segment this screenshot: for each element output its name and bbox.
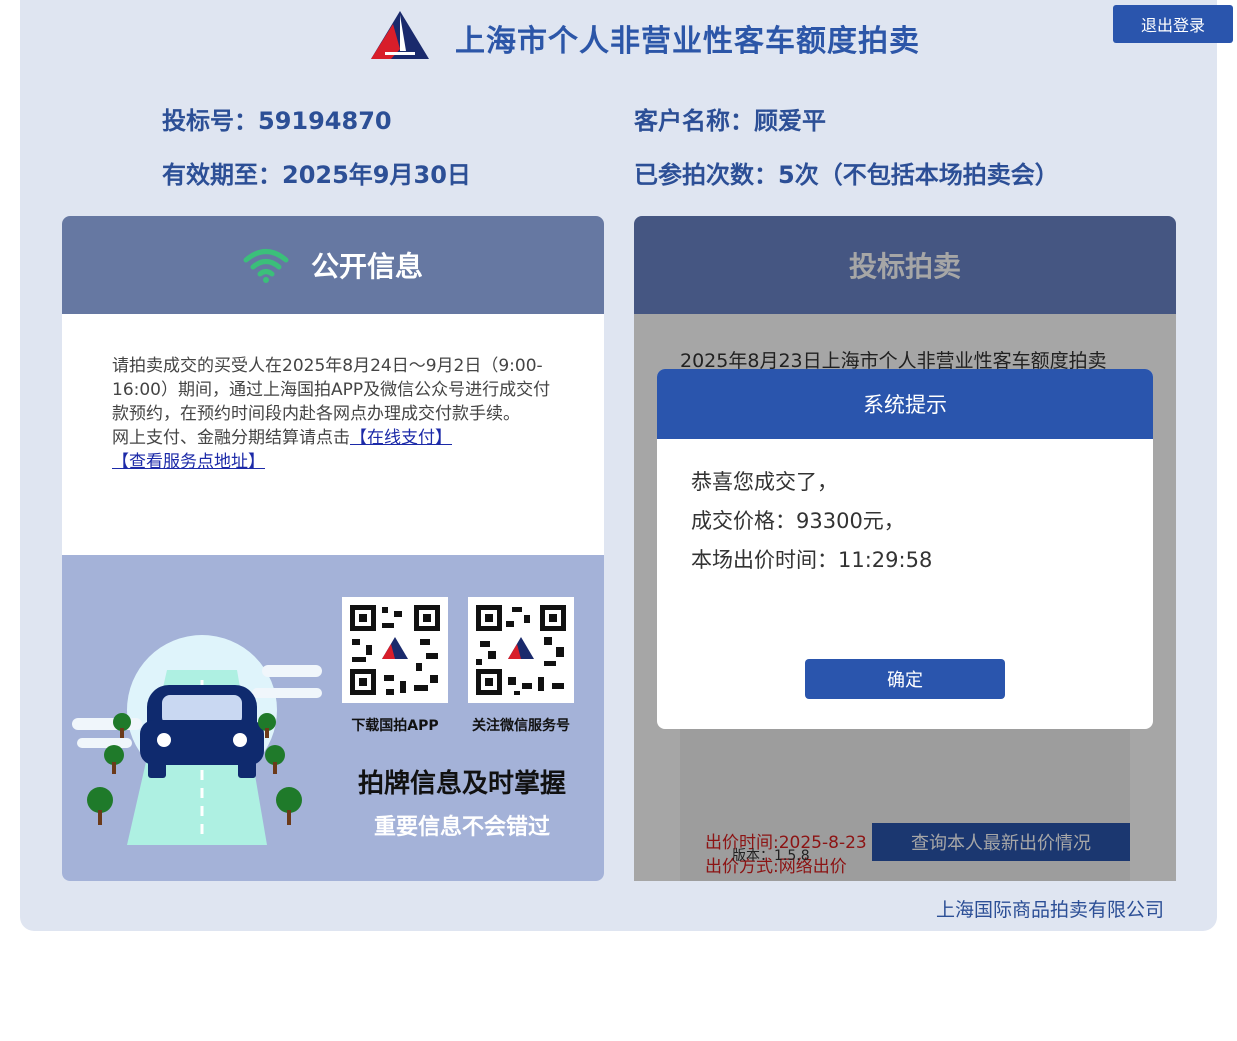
service-point-link[interactable]: 【查看服务点地址】 xyxy=(112,452,265,472)
dialog-message: 恭喜您成交了， 成交价格：93300元， 本场出价时间：11:29:58 xyxy=(657,439,1153,580)
promo-banner: 下载国拍APP 关注微信服务号 拍牌信息及时掌握 重要信息不会错过 xyxy=(62,555,604,881)
qr-app-caption: 下载国拍APP xyxy=(351,718,439,734)
payment-prefix: 网上支付、金融分期结算请点击 xyxy=(112,428,350,448)
dialog-line-time: 本场出价时间：11:29:58 xyxy=(691,548,933,572)
logout-button[interactable]: 退出登录 xyxy=(1113,5,1233,43)
promo-subslogan: 重要信息不会错过 xyxy=(373,815,550,840)
auction-logo xyxy=(371,11,429,59)
valid-until: 有效期至：2025年9月30日 xyxy=(162,161,471,189)
confirm-button[interactable]: 确定 xyxy=(805,659,1005,699)
dialog-line-price: 成交价格：93300元， xyxy=(691,509,905,533)
company-name: 上海国际商品拍卖有限公司 xyxy=(936,899,1165,921)
payment-notice: 请拍卖成交的买受人在2025年8月24日～9月2日（9:00-16:00）期间，… xyxy=(112,356,551,424)
public-info-header: 公开信息 xyxy=(62,216,604,314)
public-info-panel: 公开信息 请拍卖成交的买受人在2025年8月24日～9月2日（9:00-16:0… xyxy=(62,216,604,881)
site-title: 上海市个人非营业性客车额度拍卖 xyxy=(455,24,920,59)
public-info-title: 公开信息 xyxy=(310,250,423,283)
car-road-illustration xyxy=(72,635,322,845)
qr-wechat-caption: 关注微信服务号 xyxy=(472,718,570,734)
bid-number: 投标号：59194870 xyxy=(162,107,392,135)
dialog-line-congrats: 恭喜您成交了， xyxy=(691,470,838,494)
wifi-icon xyxy=(243,249,289,283)
promo-slogan: 拍牌信息及时掌握 xyxy=(357,769,566,799)
qr-code-app xyxy=(342,597,448,703)
system-dialog: 系统提示 恭喜您成交了， 成交价格：93300元， 本场出价时间：11:29:5… xyxy=(657,369,1153,729)
online-pay-link[interactable]: 【在线支付】 xyxy=(350,428,452,448)
public-info-body: 请拍卖成交的买受人在2025年8月24日～9月2日（9:00-16:00）期间，… xyxy=(62,314,604,555)
dialog-title: 系统提示 xyxy=(657,369,1153,439)
qr-code-wechat xyxy=(468,597,574,703)
customer-name: 客户名称：顾爱平 xyxy=(634,107,826,135)
participation-count: 已参拍次数：5次（不包括本场拍卖会） xyxy=(634,161,1059,189)
